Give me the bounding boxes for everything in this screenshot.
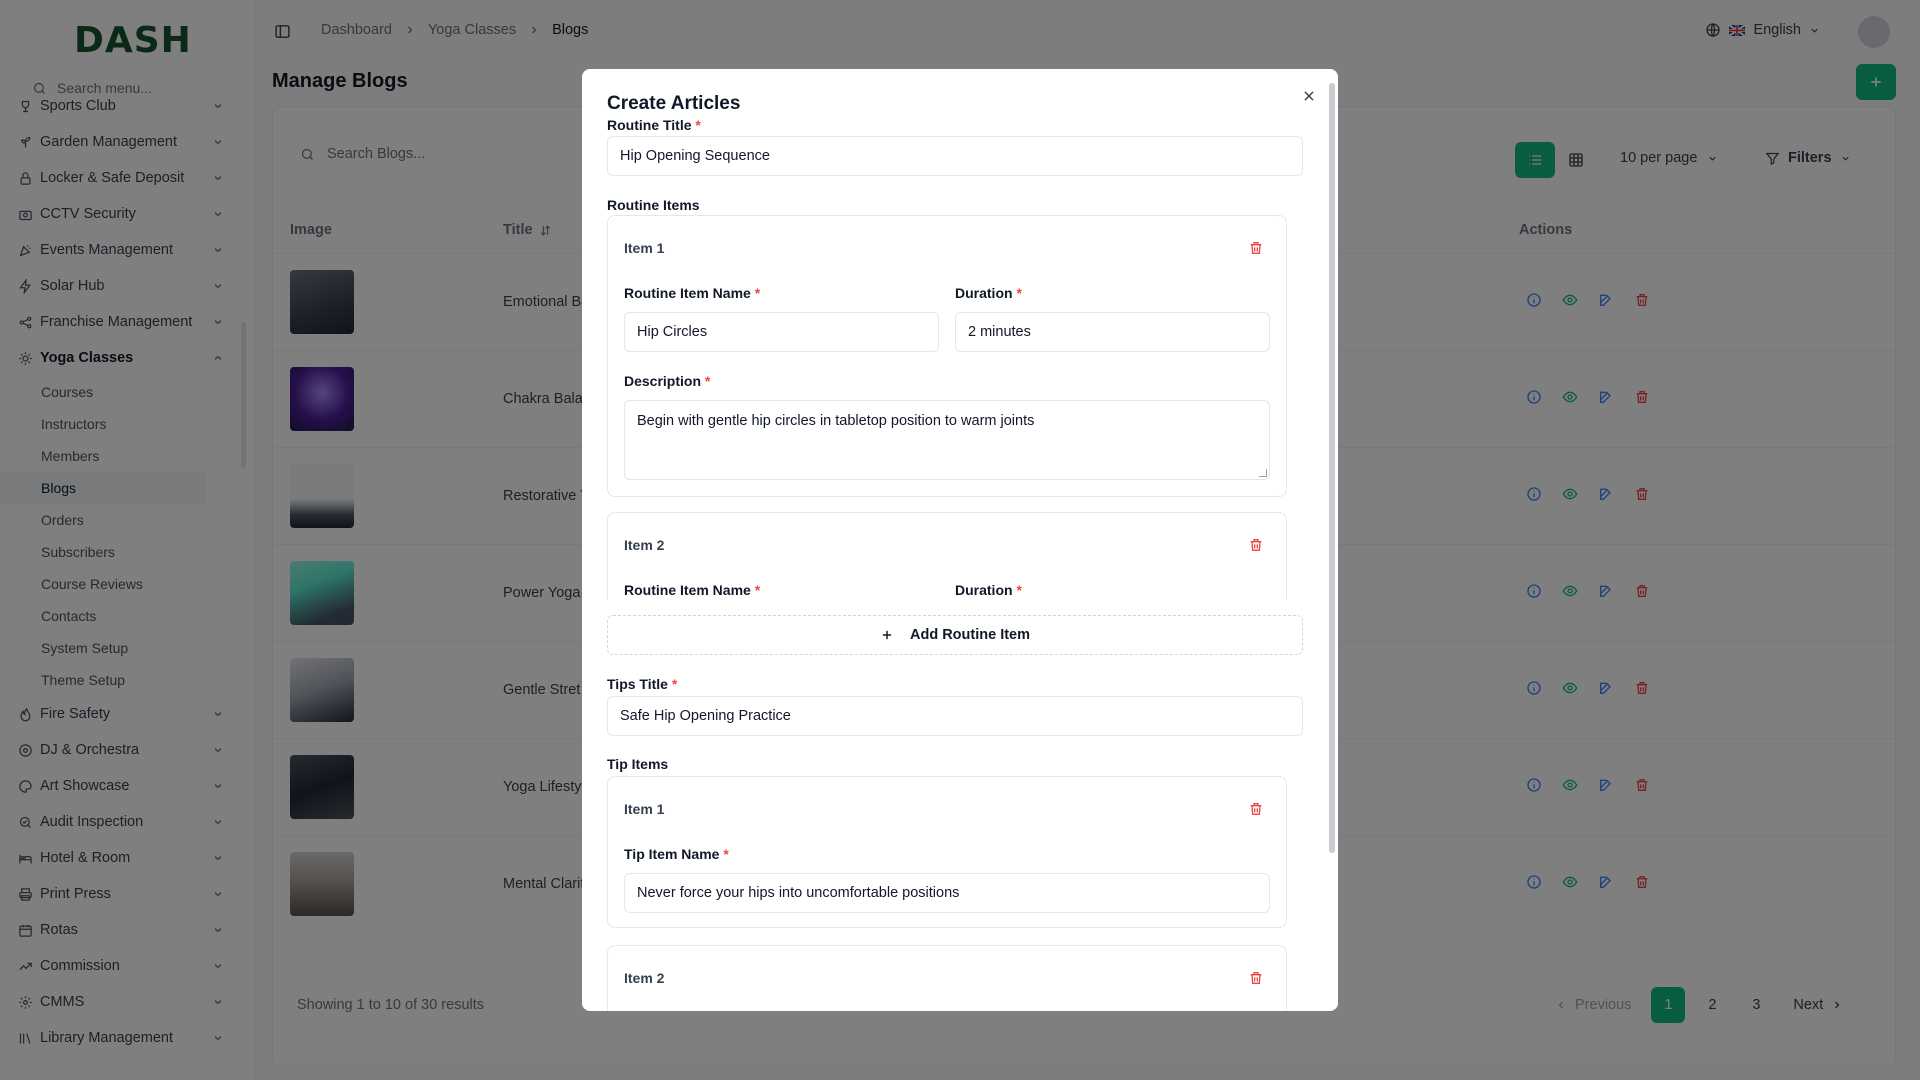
plus-icon [880,628,894,642]
tips-title-input[interactable]: Safe Hip Opening Practice [607,696,1303,736]
trash-icon[interactable] [1248,240,1264,256]
trash-icon[interactable] [1248,801,1264,817]
resize-handle[interactable] [1259,469,1267,477]
routine-title-input[interactable]: Hip Opening Sequence [607,136,1303,176]
tip-item-card: Item 1 Tip Item Name * Never force your … [607,776,1287,928]
modal-title: Create Articles [607,93,741,114]
routine-item-name-label: Routine Item Name * [624,285,761,301]
routine-title-label: Routine Title * [607,117,701,133]
tip-item-label: Item 2 [624,970,665,986]
tip-item-card: Item 2 [607,945,1287,1011]
description-textarea[interactable]: Begin with gentle hip circles in tableto… [624,400,1270,480]
duration-input[interactable]: 2 minutes [955,312,1270,352]
close-icon[interactable] [1298,85,1320,107]
tip-item-name-input[interactable]: Never force your hips into uncomfortable… [624,873,1270,913]
routine-items-list: Item 1 Routine Item Name * Hip Circles D… [607,215,1307,599]
tips-title-label: Tips Title * [607,676,678,692]
routine-item-name-label: Routine Item Name * [624,582,761,598]
tip-item-name-label: Tip Item Name * [624,846,729,862]
description-label: Description * [624,373,711,389]
routine-item-label: Item 1 [624,240,665,256]
routine-item-card: Item 1 Routine Item Name * Hip Circles D… [607,215,1287,497]
routine-item-name-input[interactable]: Hip Circles [624,312,939,352]
routine-item-card: Item 2 Routine Item Name * Duration * [607,512,1287,599]
routine-items-label: Routine Items [607,197,700,213]
duration-label: Duration * [955,285,1022,301]
tip-items-label: Tip Items [607,756,669,772]
trash-icon[interactable] [1248,970,1264,986]
tip-item-label: Item 1 [624,801,665,817]
routine-item-label: Item 2 [624,537,665,553]
add-routine-item-button[interactable]: Add Routine Item [607,615,1303,655]
duration-label: Duration * [955,582,1022,598]
create-article-modal: Create Articles Routine Title * Hip Open… [582,69,1338,1011]
modal-scrollbar[interactable] [1329,83,1335,853]
trash-icon[interactable] [1248,537,1264,553]
